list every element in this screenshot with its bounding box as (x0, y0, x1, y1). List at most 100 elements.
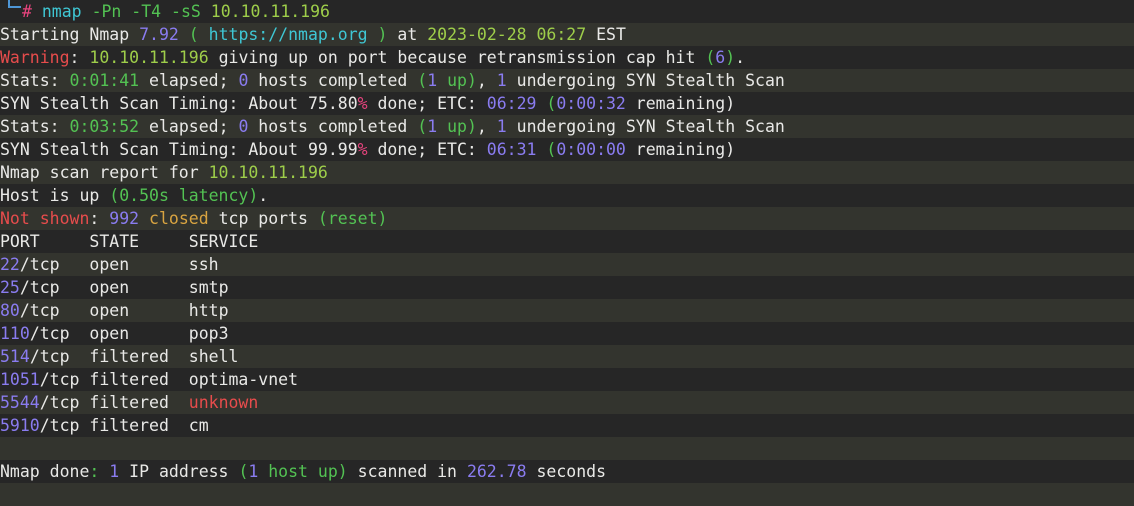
report-target-ip: 10.10.11.196 (208, 163, 328, 182)
stats2-up-text: up) (437, 117, 477, 136)
stats1-mid: elapsed; (139, 71, 239, 90)
terminal-window[interactable]: # nmap -Pn -T4 -sS 10.10.11.196 Starting… (0, 0, 1134, 506)
notshown-reason: (reset) (317, 209, 388, 228)
notshown-tag: Not shown (0, 209, 90, 228)
port-state: open (89, 324, 189, 343)
port-number: 5910 (0, 416, 40, 435)
warning-period: . (735, 48, 746, 67)
terminal-line-stats-2: Stats: 0:03:52 elapsed; 0 hosts complete… (0, 115, 1134, 138)
terminal-line-host-up: Host is up (0.50s latency). (0, 184, 1134, 207)
done-seconds: 262.78 (466, 462, 527, 481)
timing1-space (536, 94, 546, 113)
stats2-undergoing-count: 1 (496, 117, 507, 136)
stats1-completed-text: hosts completed (248, 71, 418, 90)
port-table-row: 25/tcp open smtp (0, 276, 1134, 299)
nmap-version: 7.92 (139, 25, 179, 44)
port-table-body: 22/tcp open ssh 25/tcp open smtp 80/tcp op… (0, 253, 1134, 437)
hostup-label: Host is up (0, 186, 110, 205)
starting-paren-open: ( (178, 25, 209, 44)
port-number: 1051 (0, 370, 40, 389)
done-ip-text: IP address (119, 462, 239, 481)
port-number: 5544 (0, 393, 40, 412)
timing2-remaining-text: remaining) (625, 140, 736, 159)
terminal-line-warning: Warning: 10.10.11.196 giving up on port … (0, 46, 1134, 69)
notshown-space (139, 209, 149, 228)
port-state: filtered (89, 393, 189, 412)
port-table-row: 5910/tcp filtered cm (0, 414, 1134, 437)
port-state: filtered (89, 416, 189, 435)
scan-timezone: EST (586, 25, 626, 44)
stats1-elapsed: 0:01:41 (69, 71, 140, 90)
timing1-label: SYN Stealth Scan Timing: About (0, 94, 308, 113)
hostup-period: . (258, 186, 269, 205)
port-table-header: PORT STATE SERVICE (0, 230, 1134, 253)
port-protocol: /tcp (19, 255, 90, 274)
port-protocol: /tcp (19, 301, 90, 320)
timing2-paren-open: ( (546, 140, 557, 159)
starting-paren-close: ) (367, 25, 398, 44)
nmap-url[interactable]: https://nmap.org (209, 25, 368, 44)
stats1-label: Stats: (0, 71, 70, 90)
port-number: 514 (0, 347, 30, 366)
prompt-hash-symbol: # (22, 2, 32, 21)
done-host-text: host up) (258, 462, 348, 481)
port-service: unknown (188, 393, 259, 412)
command-target-ip: 10.10.11.196 (210, 2, 330, 21)
port-service: optima-vnet (188, 370, 299, 389)
starting-label: Starting Nmap (0, 25, 140, 44)
done-colon: : (89, 462, 110, 481)
port-protocol: /tcp (39, 393, 90, 412)
done-unit: seconds (526, 462, 607, 481)
stats1-up-count: 1 (427, 71, 438, 90)
timing2-label: SYN Stealth Scan Timing: About (0, 140, 308, 159)
timing1-etc: 06:29 (486, 94, 537, 113)
port-table-row: 5544/tcp filtered unknown (0, 391, 1134, 414)
port-state: open (89, 255, 189, 274)
command-name: nmap (41, 2, 82, 21)
port-state: open (89, 301, 189, 320)
warning-paren-close: ) (725, 48, 736, 67)
terminal-line-prompt[interactable]: # nmap -Pn -T4 -sS 10.10.11.196 (0, 0, 1134, 23)
terminal-line-stats-1: Stats: 0:01:41 elapsed; 0 hosts complete… (0, 69, 1134, 92)
scan-datetime: 2023-02-28 06:27 (427, 25, 587, 44)
timing1-remaining-text: remaining) (625, 94, 736, 113)
notshown-text: tcp ports (208, 209, 318, 228)
terminal-line-nmap-done: Nmap done: 1 IP address (1 host up) scan… (0, 460, 1134, 483)
notshown-count: 992 (109, 209, 140, 228)
terminal-line-scan-report: Nmap scan report for 10.10.11.196 (0, 161, 1134, 184)
done-label: Nmap done (0, 462, 90, 481)
port-number: 80 (0, 301, 20, 320)
stats1-undergoing-text: undergoing SYN Stealth Scan (506, 71, 785, 90)
column-header-port: PORT (0, 232, 40, 251)
port-table-row: 22/tcp open ssh (0, 253, 1134, 276)
port-number: 110 (0, 324, 30, 343)
terminal-line-starting: Starting Nmap 7.92 ( https://nmap.org ) … (0, 23, 1134, 46)
port-state: filtered (89, 370, 189, 389)
stats2-label: Stats: (0, 117, 70, 136)
command-flags: -Pn -T4 -sS (91, 2, 201, 21)
timing1-paren-open: ( (546, 94, 557, 113)
timing2-remaining-time: 0:00:00 (556, 140, 626, 159)
stats1-undergoing-count: 1 (496, 71, 507, 90)
timing2-percent-sign: % (357, 140, 368, 159)
stats1-paren-open: ( (417, 71, 428, 90)
warning-paren-open: ( (705, 48, 716, 67)
prompt-corner-icon (0, 0, 22, 23)
report-label: Nmap scan report for (0, 163, 209, 182)
terminal-trailing-line (0, 483, 1134, 506)
timing2-etc: 06:31 (486, 140, 537, 159)
warning-tag: Warning (0, 48, 70, 67)
stats2-completed-text: hosts completed (248, 117, 418, 136)
timing1-percent: 75.80 (307, 94, 358, 113)
port-service: pop3 (188, 324, 229, 343)
starting-at-label: at (397, 25, 428, 44)
port-protocol: /tcp (39, 370, 90, 389)
port-number: 25 (0, 278, 20, 297)
column-header-service: SERVICE (188, 232, 259, 251)
hostup-latency: (0.50s latency) (109, 186, 259, 205)
timing2-space (536, 140, 546, 159)
terminal-line-timing-2: SYN Stealth Scan Timing: About 99.99% do… (0, 138, 1134, 161)
port-number: 22 (0, 255, 20, 274)
port-protocol: /tcp (39, 416, 90, 435)
stats2-paren-open: ( (417, 117, 428, 136)
